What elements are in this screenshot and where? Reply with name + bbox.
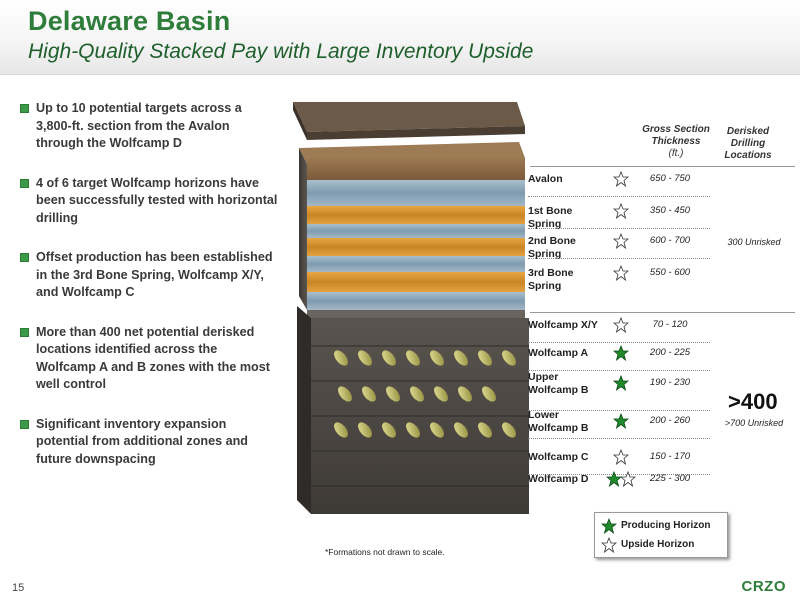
bullet-text: More than 400 net potential derisked loc… bbox=[36, 324, 270, 392]
header-derisked-locations: Derisked Drilling Locations bbox=[724, 126, 772, 161]
formation-name: Lower Wolfcamp B bbox=[528, 409, 589, 434]
header-thickness-unit: (ft.) bbox=[668, 148, 684, 159]
bullet-text: 4 of 6 target Wolfcamp horizons have bee… bbox=[36, 175, 278, 225]
formation-thickness: 190 - 230 bbox=[649, 377, 691, 388]
upside-star-icon bbox=[612, 232, 630, 250]
producing-star-icon bbox=[601, 518, 617, 534]
formation-thickness: 70 - 120 bbox=[652, 319, 688, 330]
bullet-item: More than 400 net potential derisked loc… bbox=[20, 324, 278, 394]
upside-star-icon bbox=[612, 316, 630, 334]
formation-name: Upper Wolfcamp B bbox=[528, 371, 589, 396]
row-separator bbox=[528, 228, 710, 229]
slide-subtitle: High-Quality Stacked Pay with Large Inve… bbox=[28, 40, 534, 63]
header-gross-thickness: Gross Section Thickness (ft.) bbox=[638, 124, 714, 160]
legend-box: Producing Horizon Upside Horizon bbox=[594, 512, 728, 558]
slide-header: Delaware Basin High-Quality Stacked Pay … bbox=[0, 0, 800, 75]
lower-locations-text: >700 Unrisked bbox=[724, 418, 784, 428]
formation-name: Wolfcamp A bbox=[528, 347, 589, 359]
row-separator bbox=[528, 258, 710, 259]
formation-name: 3rd Bone Spring bbox=[528, 267, 574, 292]
formation-row: Wolfcamp D 225 - 300 bbox=[520, 470, 785, 492]
upper-section-top-line bbox=[530, 166, 795, 167]
formation-row: 1st Bone Spring 350 - 450 bbox=[520, 202, 785, 230]
upside-star-icon bbox=[619, 470, 637, 488]
row-separator bbox=[528, 438, 710, 439]
upside-star-icon bbox=[612, 448, 630, 466]
formation-thickness: 350 - 450 bbox=[649, 205, 691, 216]
formation-thickness: 650 - 750 bbox=[649, 173, 691, 184]
upside-star-icon bbox=[612, 202, 630, 220]
lower-strata bbox=[297, 306, 529, 514]
lower-locations-big: >400 bbox=[728, 389, 778, 414]
upside-star-icon bbox=[612, 170, 630, 188]
formation-thickness: 200 - 225 bbox=[649, 347, 691, 358]
row-separator bbox=[528, 342, 710, 343]
formation-thickness: 150 - 170 bbox=[649, 451, 691, 462]
upside-star-icon bbox=[612, 264, 630, 282]
bullet-square-icon bbox=[20, 178, 29, 188]
producing-star-icon bbox=[612, 374, 630, 392]
formation-name: Avalon bbox=[528, 173, 563, 185]
formation-row: Wolfcamp X/Y 70 - 120 bbox=[520, 316, 785, 343]
company-logo: CRZO bbox=[741, 578, 786, 595]
bullet-list: Up to 10 potential targets across a 3,80… bbox=[20, 100, 278, 490]
formation-thickness: 600 - 700 bbox=[649, 235, 691, 246]
producing-star-icon bbox=[612, 344, 630, 362]
stratigraphy-block-diagram bbox=[293, 102, 529, 514]
bullet-item: Up to 10 potential targets across a 3,80… bbox=[20, 100, 278, 153]
bullet-item: Offset production has been established i… bbox=[20, 249, 278, 302]
header-gross-thickness-label: Gross Section Thickness bbox=[642, 124, 710, 147]
formation-row: Wolfcamp A 200 - 225 bbox=[520, 344, 785, 371]
bullet-text: Significant inventory expansion potentia… bbox=[36, 416, 249, 466]
slide-title: Delaware Basin bbox=[28, 6, 231, 36]
row-separator bbox=[528, 196, 710, 197]
bullet-text: Offset production has been established i… bbox=[36, 250, 273, 299]
legend-upside-label: Upside Horizon bbox=[621, 539, 695, 550]
bullet-text: Up to 10 potential targets across a 3,80… bbox=[36, 101, 242, 150]
upper-strata bbox=[299, 142, 525, 310]
scale-footnote: *Formations not drawn to scale. bbox=[325, 547, 445, 557]
page-number: 15 bbox=[12, 582, 25, 594]
formation-thickness: 225 - 300 bbox=[649, 473, 691, 484]
formation-thickness: 550 - 600 bbox=[649, 267, 691, 278]
bullet-item: Significant inventory expansion potentia… bbox=[20, 416, 278, 469]
bullet-item: 4 of 6 target Wolfcamp horizons have bee… bbox=[20, 175, 278, 228]
bullet-square-icon bbox=[20, 419, 29, 429]
upside-star-icon bbox=[601, 537, 617, 553]
section-divider-line bbox=[530, 312, 795, 313]
formation-row: 3rd Bone Spring 550 - 600 bbox=[520, 264, 785, 292]
formation-thickness: 200 - 260 bbox=[649, 415, 691, 426]
bullet-square-icon bbox=[20, 253, 29, 262]
producing-star-icon bbox=[612, 412, 630, 430]
formation-row: Wolfcamp C 150 - 170 bbox=[520, 448, 785, 475]
formation-row: Avalon 650 - 750 bbox=[520, 170, 785, 197]
legend-producing-label: Producing Horizon bbox=[621, 520, 711, 531]
bullet-square-icon bbox=[20, 327, 29, 337]
formation-name: Wolfcamp D bbox=[528, 473, 589, 485]
bullet-square-icon bbox=[20, 104, 29, 113]
formation-name: Wolfcamp X/Y bbox=[528, 319, 598, 331]
formation-name: Wolfcamp C bbox=[528, 451, 589, 463]
upper-locations-text: 300 Unrisked bbox=[727, 237, 781, 247]
top-slab bbox=[293, 102, 525, 140]
